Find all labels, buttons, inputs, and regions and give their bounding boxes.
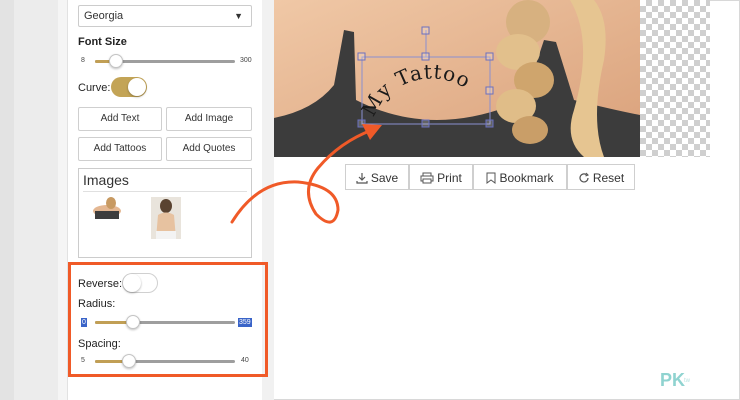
watermark-sub: tw	[684, 378, 690, 384]
annotation-arrow	[230, 124, 382, 224]
watermark-logo: PK	[660, 370, 686, 390]
